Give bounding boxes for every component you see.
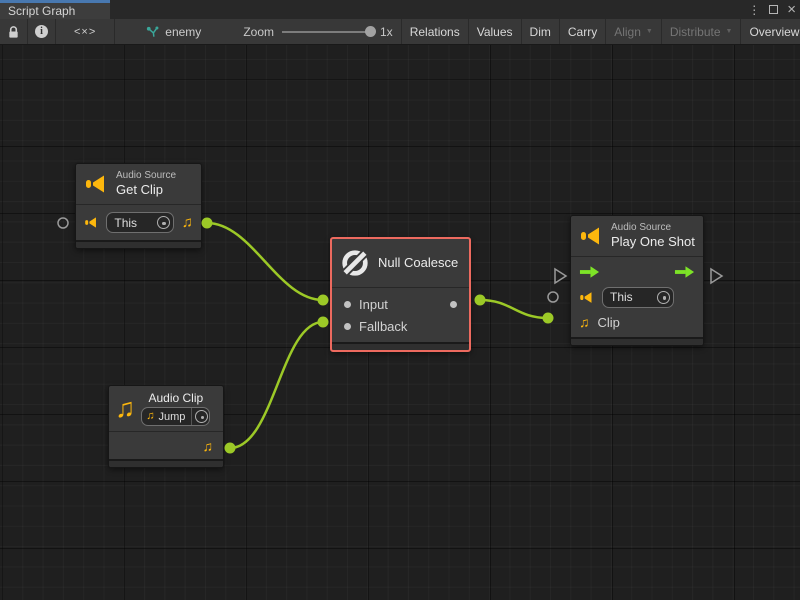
angle-x-icon: <×>	[74, 26, 96, 38]
graph-canvas[interactable]: Audio Source Get Clip This ♫	[0, 45, 800, 600]
graph-breadcrumb[interactable]: enemy	[137, 19, 209, 44]
input-port-label: Input	[359, 297, 388, 312]
tab-script-graph[interactable]: Script Graph	[0, 0, 110, 19]
align-label: Align	[614, 25, 641, 39]
lock-button[interactable]	[0, 19, 28, 44]
relations-label: Relations	[410, 25, 460, 39]
zoom-slider-handle[interactable]	[365, 26, 376, 37]
result-port[interactable]	[450, 301, 457, 308]
zoom-label: Zoom	[243, 25, 274, 39]
this-object-field[interactable]: This	[602, 287, 674, 308]
field-value: This	[114, 216, 153, 230]
close-icon[interactable]: ×	[787, 2, 796, 17]
tab-label: Script Graph	[8, 4, 75, 18]
audio-clip-object-field[interactable]: ♫ Jump	[141, 407, 210, 426]
flow-out-port-triangle[interactable]	[711, 269, 722, 283]
input-port[interactable]	[344, 301, 351, 308]
target-picker-icon[interactable]	[154, 213, 173, 232]
preview-toggle-button[interactable]: <×>	[56, 19, 115, 44]
zoom-slider[interactable]	[282, 31, 372, 33]
carry-button[interactable]: Carry	[560, 19, 606, 44]
info-button[interactable]: i	[28, 19, 56, 44]
dim-button[interactable]: Dim	[522, 19, 560, 44]
chevron-down-icon: ▼	[726, 28, 733, 35]
overview-button[interactable]: Overview	[741, 19, 800, 44]
graph-icon	[145, 25, 159, 39]
lock-icon	[7, 25, 20, 39]
nullcoalesce-input-port[interactable]	[318, 295, 329, 306]
graph-name: enemy	[165, 25, 201, 39]
flow-in-arrow-icon[interactable]	[579, 265, 600, 279]
toolbar-spacer	[209, 19, 235, 44]
node-header: Audio Source Play One Shot	[571, 216, 703, 256]
node-title: Play One Shot	[611, 234, 695, 250]
toolbar: i <×> enemy Zoom 1x Relations Values Dim…	[0, 19, 800, 45]
field-value: Jump	[159, 411, 186, 423]
node-footer	[332, 342, 469, 350]
node-footer	[109, 459, 223, 467]
window-controls: ⋮ ×	[748, 0, 796, 19]
tab-bar: Script Graph ⋮ ×	[0, 0, 800, 19]
node-category: Audio Source	[611, 222, 695, 234]
node-header: Null Coalesce	[332, 239, 469, 287]
wire-getclip-to-input[interactable]	[207, 223, 323, 300]
flow-in-port-triangle[interactable]	[555, 269, 566, 283]
wire-result-to-clip[interactable]	[480, 300, 548, 318]
nullcoalesce-result-port[interactable]	[475, 295, 486, 306]
fallback-port-label: Fallback	[359, 319, 407, 334]
overview-label: Overview	[749, 25, 799, 39]
node-title: Get Clip	[116, 182, 176, 198]
wire-audioclip-to-fallback[interactable]	[230, 322, 323, 448]
music-note-icon: ♫	[203, 439, 214, 453]
maximize-icon[interactable]	[769, 5, 778, 14]
null-coalesce-icon	[340, 248, 370, 278]
playoneshot-clip-port[interactable]	[543, 313, 554, 324]
music-note-icon: ♫	[579, 315, 590, 329]
target-picker-icon[interactable]	[654, 288, 673, 307]
zoom-control: Zoom 1x	[235, 19, 400, 44]
audio-source-icon	[84, 172, 108, 196]
toolbar-spacer	[115, 19, 137, 44]
music-note-icon: ♫	[146, 411, 154, 422]
node-title: Audio Clip	[148, 391, 203, 405]
getclip-output-port[interactable]	[202, 218, 213, 229]
node-audio-clip[interactable]: ♫ Audio Clip ♫ Jump ♫	[108, 385, 224, 468]
audio-source-icon	[84, 215, 98, 230]
values-button[interactable]: Values	[469, 19, 522, 44]
this-object-field[interactable]: This	[106, 212, 173, 233]
flow-out-arrow-icon[interactable]	[674, 265, 695, 279]
getclip-self-port[interactable]	[58, 218, 68, 228]
audio-source-icon	[579, 290, 594, 305]
playoneshot-self-port[interactable]	[548, 292, 558, 302]
values-label: Values	[477, 25, 513, 39]
target-picker-icon[interactable]	[192, 407, 209, 426]
clip-port-label: Clip	[598, 315, 620, 330]
node-footer	[76, 240, 201, 248]
node-footer	[571, 337, 703, 345]
music-note-icon: ♫	[115, 395, 135, 422]
audioclip-output-port[interactable]	[225, 443, 236, 454]
info-icon: i	[35, 25, 48, 38]
node-title: Null Coalesce	[378, 255, 458, 271]
align-button[interactable]: Align ▼	[606, 19, 662, 44]
node-play-one-shot[interactable]: Audio Source Play One Shot	[570, 215, 704, 346]
relations-button[interactable]: Relations	[401, 19, 469, 44]
dim-label: Dim	[530, 25, 551, 39]
node-category: Audio Source	[116, 170, 176, 182]
distribute-label: Distribute	[670, 25, 721, 39]
audio-source-icon	[579, 224, 603, 248]
node-header: Audio Source Get Clip	[76, 164, 201, 204]
node-null-coalesce[interactable]: Null Coalesce Input Fallback	[330, 237, 471, 352]
nullcoalesce-fallback-port[interactable]	[318, 317, 329, 328]
distribute-button[interactable]: Distribute ▼	[662, 19, 742, 44]
chevron-down-icon: ▼	[646, 28, 653, 35]
field-value: This	[610, 290, 654, 304]
node-get-clip[interactable]: Audio Source Get Clip This ♫	[75, 163, 202, 249]
zoom-value: 1x	[380, 25, 393, 39]
music-note-icon: ♫	[182, 215, 193, 230]
carry-label: Carry	[568, 25, 597, 39]
fallback-port[interactable]	[344, 323, 351, 330]
node-header: ♫ Audio Clip ♫ Jump	[109, 386, 223, 431]
menu-icon[interactable]: ⋮	[748, 4, 760, 16]
